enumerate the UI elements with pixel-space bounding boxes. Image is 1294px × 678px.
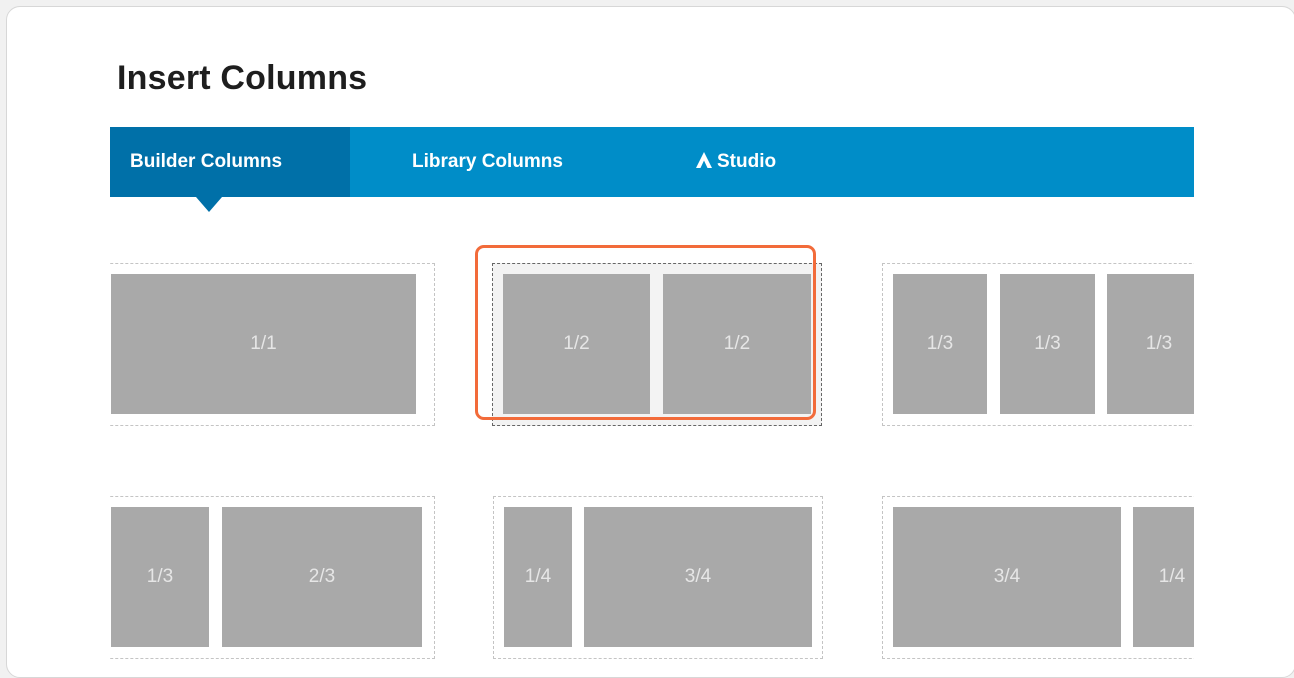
layout-three-quarters-quarter[interactable]: 3/4 1/4 [882, 496, 1194, 659]
column-block: 1/3 [1000, 274, 1095, 414]
studio-logo-icon [695, 129, 713, 199]
dialog-content: Builder Columns Library Columns Studio 1… [110, 127, 1194, 677]
layout-full[interactable]: 1/1 [110, 263, 435, 426]
layout-quarter-three-quarters[interactable]: 1/4 3/4 [493, 496, 823, 659]
column-block: 1/4 [1133, 507, 1194, 647]
column-block: 3/4 [893, 507, 1121, 647]
layout-halves[interactable]: 1/2 1/2 [492, 263, 822, 426]
column-block: 3/4 [584, 507, 812, 647]
tab-builder-columns[interactable]: Builder Columns [110, 127, 350, 197]
column-block: 1/3 [893, 274, 987, 414]
column-block: 1/2 [663, 274, 811, 414]
column-block: 1/2 [503, 274, 650, 414]
tab-label: Studio [717, 151, 777, 172]
column-block: 1/3 [1107, 274, 1194, 414]
insert-columns-dialog: Insert Columns Builder Columns Library C… [6, 6, 1294, 678]
column-block: 1/1 [111, 274, 416, 414]
layout-thirds[interactable]: 1/3 1/3 1/3 [882, 263, 1194, 426]
dialog-title: Insert Columns [117, 59, 368, 97]
tab-studio[interactable]: Studio [695, 127, 776, 197]
layout-third-two-thirds[interactable]: 1/3 2/3 [110, 496, 435, 659]
active-tab-indicator [196, 197, 222, 212]
tab-label: Library Columns [412, 151, 563, 172]
tab-bar: Builder Columns Library Columns Studio [110, 127, 1194, 197]
tab-library-columns[interactable]: Library Columns [412, 127, 563, 197]
column-block: 1/3 [111, 507, 209, 647]
column-block: 1/4 [504, 507, 572, 647]
column-block: 2/3 [222, 507, 422, 647]
tab-label: Builder Columns [130, 151, 283, 172]
